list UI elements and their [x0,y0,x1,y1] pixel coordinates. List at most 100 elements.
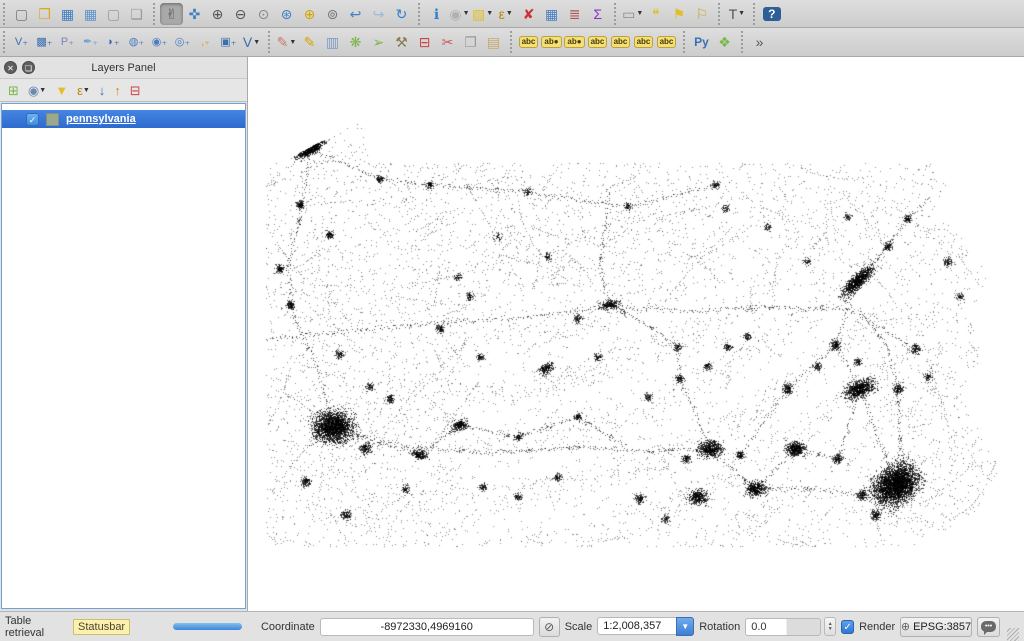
add-wfs-layer-icon[interactable]: ◎₊ [171,31,194,53]
dropdown-arrow-icon[interactable]: ▼ [253,39,260,46]
cut-features-icon[interactable]: ✂ [436,31,459,53]
refresh-icon[interactable]: ↻ [390,3,413,25]
move-label-icon[interactable]: abc [609,31,632,53]
expand-all-icon[interactable]: ↓ [99,84,106,97]
layer-labeling-icon[interactable]: abc [517,31,540,53]
add-delimited-text-icon[interactable]: ,₊ [194,31,217,53]
new-bookmark-icon[interactable]: ⚑ [667,3,690,25]
resize-grip[interactable] [1007,628,1019,641]
zoom-to-selection-icon[interactable]: ⊕ [298,3,321,25]
zoom-out-icon[interactable]: ⊖ [229,3,252,25]
identify-features-icon[interactable]: ℹ [425,3,448,25]
select-by-expression-icon[interactable]: ε▼ [494,3,517,25]
move-feature-icon[interactable]: ➢ [367,31,390,53]
add-postgis-layer-icon[interactable]: P₊ [56,31,79,53]
statistical-summary-icon[interactable]: Σ [586,3,609,25]
label-visibility-icon[interactable]: abc [586,31,609,53]
pan-map-icon[interactable]: ✌ [160,3,183,25]
map-tips-icon[interactable]: ❝ [644,3,667,25]
dropdown-arrow-icon[interactable]: ▼ [738,10,745,17]
zoom-full-icon[interactable]: ⊛ [275,3,298,25]
messages-button[interactable]: ••• [977,617,1000,637]
scale-value[interactable]: 1:2,008,357 [597,617,676,635]
save-project-as-icon[interactable]: ▦ [79,3,102,25]
zoom-native-icon[interactable]: ⊙ [252,3,275,25]
python-console-icon[interactable]: Py [690,31,713,53]
zoom-to-layer-icon[interactable]: ⊚ [321,3,344,25]
add-wms-layer-icon[interactable]: ◍₊ [125,31,148,53]
layers-panel-header: ✕ ❏ Layers Panel [0,57,247,78]
pan-to-selection-icon[interactable]: ✜ [183,3,206,25]
toggle-editing-icon[interactable]: ✎ [298,31,321,53]
new-shapefile-layer-icon[interactable]: ▣₊ [217,31,240,53]
delete-selected-icon[interactable]: ⊟ [413,31,436,53]
field-calculator-icon[interactable]: ≣ [563,3,586,25]
dropdown-arrow-icon[interactable]: ▼ [486,10,493,17]
layer-tree[interactable]: ✓ pennsylvania [1,103,246,609]
select-features-icon[interactable]: ▧▼ [471,3,494,25]
help-icon[interactable]: ? [760,3,783,25]
close-panel-icon[interactable]: ✕ [4,61,17,74]
dropdown-arrow-icon[interactable]: ▼ [636,10,643,17]
crs-button[interactable]: ⊕ EPSG:3857 [900,617,972,637]
scale-combo[interactable]: 1:2,008,357 ▼ [597,617,694,636]
add-vector-layer-icon[interactable]: V₊ [10,31,33,53]
stepper-down-icon[interactable]: ▼ [828,627,833,632]
add-group-icon[interactable]: ⊞ [8,84,19,97]
coordinate-input[interactable]: -8972330,4969160 [320,618,534,636]
new-project-icon[interactable]: ▢ [10,3,33,25]
map-canvas-area[interactable] [248,57,1024,611]
scale-label: Scale [565,621,593,633]
rotation-spinbox[interactable]: 0.0 ▲ ▼ [745,617,836,636]
rotate-label-icon[interactable]: abc [632,31,655,53]
dropdown-arrow-icon[interactable]: ▼ [506,10,513,17]
composer-manager-icon[interactable]: ❏ [125,3,148,25]
text-annotation-icon[interactable]: T▼ [725,3,748,25]
save-layer-edits-icon[interactable]: ▥ [321,31,344,53]
dropdown-arrow-icon[interactable]: ▼ [289,39,296,46]
processing-toolbox-icon[interactable]: ❖ [713,31,736,53]
add-raster-layer-icon[interactable]: ▩₊ [33,31,56,53]
copy-features-icon[interactable]: ❐ [459,31,482,53]
save-project-icon[interactable]: ▦ [56,3,79,25]
float-panel-icon[interactable]: ❏ [22,61,35,74]
lock-scale-button[interactable]: ⊘ [539,617,560,637]
paste-features-icon[interactable]: ▤ [482,31,505,53]
add-spatialite-layer-icon[interactable]: ✒₊ [79,31,102,53]
collapse-all-icon[interactable]: ↑ [114,84,121,97]
rotation-stepper[interactable]: ▲ ▼ [824,617,836,636]
deselect-all-icon[interactable]: ✘ [517,3,540,25]
layer-name[interactable]: pennsylvania [66,113,136,125]
rotation-value[interactable]: 0.0 [745,618,821,636]
new-print-composer-icon[interactable]: ▢ [102,3,125,25]
scale-dropdown-icon[interactable]: ▼ [676,617,694,636]
map-canvas[interactable] [248,57,1024,611]
change-label-icon[interactable]: abc [655,31,678,53]
show-bookmarks-icon[interactable]: ⚐ [690,3,713,25]
run-feature-action-icon[interactable]: ◉▼ [448,3,471,25]
zoom-next-icon[interactable]: ↪ [367,3,390,25]
layer-checkbox[interactable]: ✓ [26,113,39,126]
new-layer-icon[interactable]: V▼ [240,31,263,53]
label-unpin-icon[interactable]: ab● [563,31,586,53]
label-pin-icon[interactable]: ab● [540,31,563,53]
measure-icon[interactable]: ▭▼ [621,3,644,25]
zoom-last-icon[interactable]: ↩ [344,3,367,25]
node-tool-icon[interactable]: ⚒ [390,31,413,53]
layer-row[interactable]: ✓ pennsylvania [2,110,245,128]
filter-expression-icon[interactable]: ε▼ [77,84,90,97]
attribute-table-icon[interactable]: ▦ [540,3,563,25]
zoom-in-icon[interactable]: ⊕ [206,3,229,25]
open-project-icon[interactable]: ❒ [33,3,56,25]
dropdown-arrow-icon[interactable]: ▼ [463,10,470,17]
remove-layer-icon[interactable]: ⊟ [130,84,141,97]
add-mssql-layer-icon[interactable]: ◗₊ [102,31,125,53]
add-wcs-layer-icon[interactable]: ◉₊ [148,31,171,53]
toolbar-overflow-icon[interactable]: » [748,31,771,53]
filter-legend-icon[interactable]: ▼ [55,84,68,97]
manage-visibility-icon[interactable]: ◉▼ [28,84,46,97]
toolbar-group: T▼ [718,3,751,25]
render-checkbox[interactable]: ✓ [841,620,854,634]
current-edits-icon[interactable]: ✎▼ [275,31,298,53]
add-feature-icon[interactable]: ❋ [344,31,367,53]
